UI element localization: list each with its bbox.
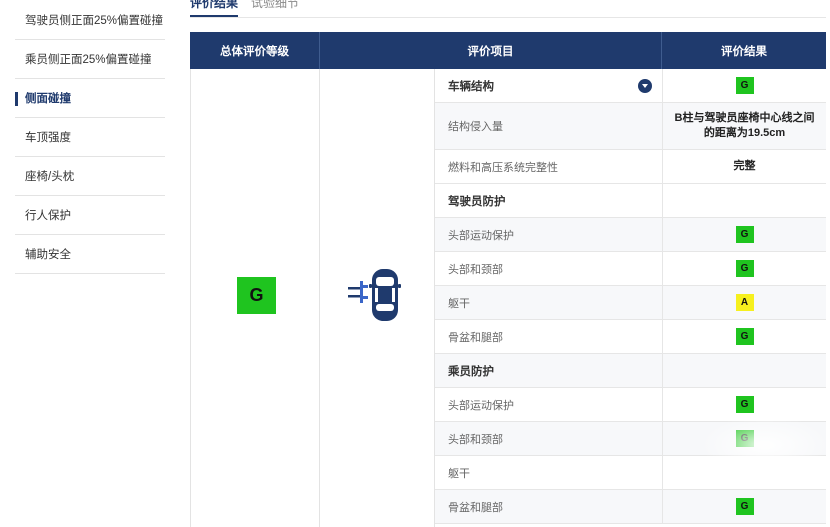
row-result: G: [662, 320, 826, 353]
sidebar-item-pedestrian[interactable]: 行人保护: [15, 196, 165, 235]
sidebar-item-label: 驾驶员侧正面25%偏置碰撞: [25, 14, 164, 27]
table-row: 头部和颈部 G: [435, 252, 826, 286]
table-row: 头部和颈部 G: [435, 422, 826, 456]
sidebar: 驾驶员侧正面25%偏置碰撞 乘员侧正面25%偏置碰撞 侧面碰撞 车顶强度 座椅/…: [15, 0, 165, 274]
row-item-label: 车辆结构: [448, 80, 494, 93]
sidebar-item-label: 侧面碰撞: [25, 93, 71, 105]
row-item: 头部运动保护: [435, 218, 662, 251]
row-item: 头部和颈部: [435, 422, 662, 455]
row-item: 驾驶员防护: [448, 195, 506, 208]
sidebar-item-seat-headrest[interactable]: 座椅/头枕: [15, 157, 165, 196]
row-item: 头部和颈部: [448, 263, 503, 276]
row-result: [662, 456, 826, 489]
row-result: B柱与驾驶员座椅中心线之间的距离为19.5cm: [662, 103, 826, 149]
sidebar-item-passenger-small-overlap[interactable]: 乘员侧正面25%偏置碰撞: [15, 40, 165, 79]
row-item: 车辆结构: [435, 69, 662, 102]
sidebar-item-driver-small-overlap[interactable]: 驾驶员侧正面25%偏置碰撞: [15, 0, 165, 40]
rating-badge: G: [735, 77, 754, 94]
rating-badge: G: [735, 260, 754, 277]
row-item: 躯干: [435, 286, 662, 319]
sidebar-item-side-impact[interactable]: 侧面碰撞: [15, 79, 165, 118]
rating-badge: A: [735, 294, 754, 311]
table-row: 头部运动保护 G: [435, 388, 826, 422]
row-item: 乘员防护: [435, 354, 662, 387]
rating-table: 总体评价等级 评价项目 评价结果 G 车辆结构 G 结构侵入量 B柱与驾驶员座椅…: [190, 32, 826, 527]
chevron-down-icon[interactable]: [638, 78, 652, 93]
tab-test-details[interactable]: 试验细节: [251, 0, 299, 11]
row-result: G: [662, 252, 826, 285]
sidebar-item-label: 辅助安全: [25, 249, 71, 261]
table-header: 总体评价等级 评价项目 评价结果: [190, 32, 826, 69]
overall-rating-badge: G: [237, 277, 276, 314]
overall-rating-cell: G: [190, 69, 320, 527]
table-row: 驾驶员防护: [435, 184, 826, 218]
table-row: 结构侵入量 B柱与驾驶员座椅中心线之间的距离为19.5cm: [435, 103, 826, 150]
row-result: G: [662, 69, 826, 102]
test-type-icon-cell: [320, 69, 435, 527]
row-result: G: [662, 490, 826, 523]
table-row: 燃料和高压系统完整性 完整: [435, 150, 826, 184]
side-impact-car-icon: [348, 267, 408, 325]
table-row: 头部运动保护 G: [435, 218, 826, 252]
rating-badge: G: [735, 328, 754, 345]
row-result: [662, 354, 826, 387]
row-item: 结构侵入量: [435, 103, 662, 149]
row-item: 骨盆和腿部: [448, 331, 503, 344]
header-evaluation-result: 评价结果: [721, 45, 767, 58]
sidebar-item-label: 行人保护: [25, 210, 71, 222]
sidebar-item-label: 车顶强度: [25, 132, 71, 144]
table-row: 车辆结构 G: [435, 69, 826, 103]
row-result: A: [662, 286, 826, 319]
row-result: 完整: [662, 150, 826, 183]
table-row: 躯干: [435, 456, 826, 490]
row-result: G: [662, 388, 826, 421]
rating-badge: G: [735, 498, 754, 515]
sidebar-item-label: 乘员侧正面25%偏置碰撞: [25, 54, 152, 66]
header-evaluation-items: 评价项目: [320, 32, 662, 69]
row-result: G: [662, 218, 826, 251]
rating-badge: G: [735, 226, 754, 243]
tab-evaluation-result[interactable]: 评价结果: [190, 0, 239, 17]
row-item: 骨盆和腿部: [435, 490, 662, 523]
row-item: 燃料和高压系统完整性: [448, 161, 558, 174]
table-row: 躯干 A: [435, 286, 826, 320]
row-item: 躯干: [448, 467, 470, 480]
header-overall-rating: 总体评价等级: [190, 32, 320, 69]
row-result: G: [662, 422, 826, 455]
rating-badge: G: [735, 396, 754, 413]
table-row: 乘员防护: [435, 354, 826, 388]
tab-bar: 评价结果 试验细节: [190, 0, 826, 18]
row-result: [662, 184, 826, 217]
table-row: 骨盆和腿部 G: [435, 490, 826, 524]
rating-badge: G: [735, 430, 754, 447]
row-item: 头部运动保护: [448, 399, 514, 412]
table-row: 骨盆和腿部 G: [435, 320, 826, 354]
sidebar-item-assist-safety[interactable]: 辅助安全: [15, 235, 165, 274]
sidebar-item-roof-strength[interactable]: 车顶强度: [15, 118, 165, 157]
sidebar-item-label: 座椅/头枕: [25, 171, 75, 183]
